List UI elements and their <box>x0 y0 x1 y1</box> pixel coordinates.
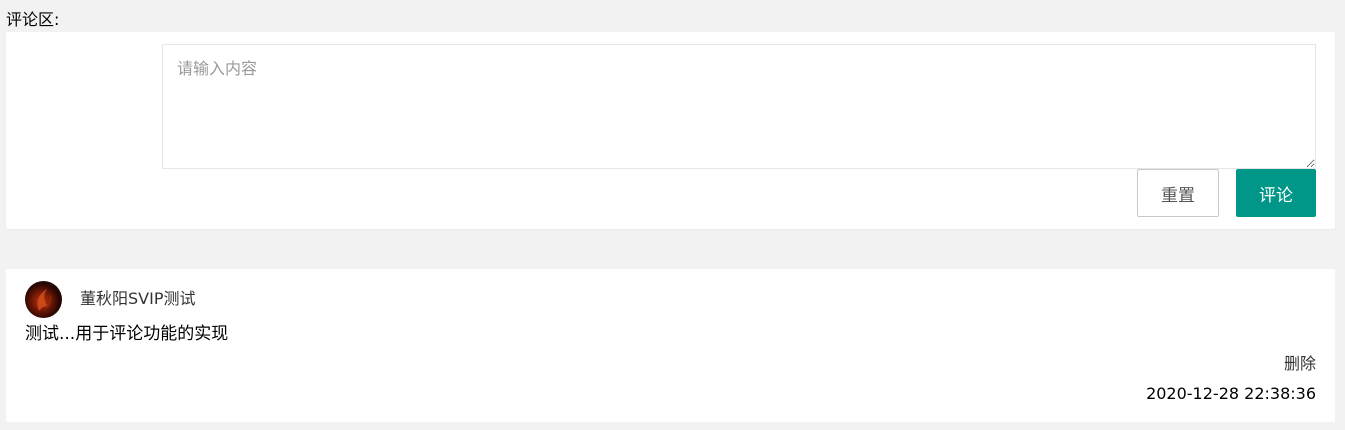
delete-comment-link[interactable]: 删除 <box>1284 353 1316 375</box>
comment-input[interactable] <box>162 44 1316 169</box>
submit-comment-button[interactable]: 评论 <box>1236 169 1316 217</box>
user-avatar <box>25 281 62 318</box>
comment-item: 董秋阳SVIP测试 测试...用于评论功能的实现 删除 2020-12-28 2… <box>6 269 1335 422</box>
comment-form: 重置 评论 <box>6 32 1335 229</box>
reset-button[interactable]: 重置 <box>1137 169 1219 217</box>
comment-username: 董秋阳SVIP测试 <box>80 289 196 308</box>
comment-timestamp: 2020-12-28 22:38:36 <box>1146 384 1316 403</box>
comment-section-title: 评论区: <box>6 10 60 29</box>
comment-text: 测试...用于评论功能的实现 <box>25 324 229 344</box>
